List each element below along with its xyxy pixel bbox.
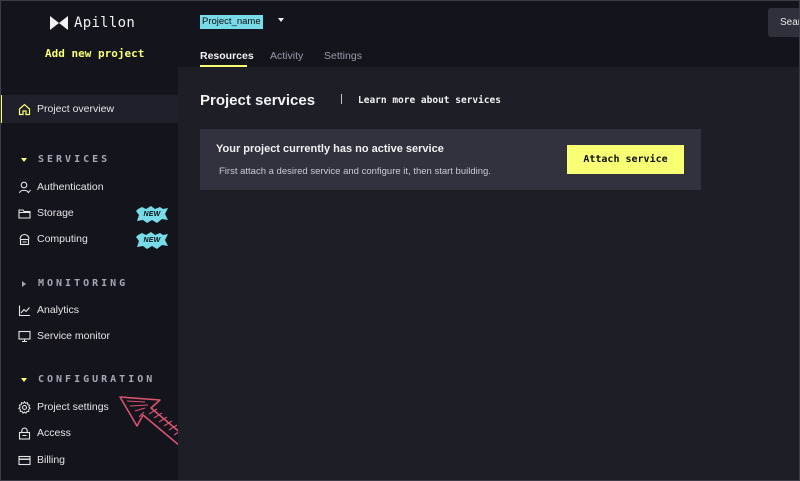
home-icon xyxy=(18,103,31,116)
section-label: MONITORING xyxy=(38,278,129,289)
add-new-project-link[interactable]: Add new project xyxy=(45,47,144,60)
section-services-toggle[interactable]: SERVICES xyxy=(20,154,110,165)
new-badge-computing: NEW xyxy=(136,232,168,249)
sidebar-item-label: Project overview xyxy=(37,103,115,115)
new-badge-storage: NEW xyxy=(136,206,168,223)
section-label: CONFIGURATION xyxy=(38,374,156,385)
sidebar-item-authentication[interactable]: Authentication xyxy=(0,174,178,200)
computing-icon xyxy=(18,233,31,246)
search-button[interactable]: Search xyxy=(768,8,800,37)
sidebar-item-service-monitor[interactable]: Service monitor xyxy=(0,323,178,349)
title-divider xyxy=(341,94,342,104)
monitor-icon xyxy=(18,330,31,343)
card-title: Your project currently has no active ser… xyxy=(216,143,444,155)
top-bar: Project_name Resources Activity Settings… xyxy=(178,0,800,67)
learn-more-link[interactable]: Learn more about services xyxy=(358,95,501,106)
sidebar-item-label: Storage xyxy=(37,207,74,219)
sidebar-item-label: Computing xyxy=(37,233,88,245)
project-name-selector[interactable]: Project_name xyxy=(200,15,263,29)
chevron-down-icon[interactable] xyxy=(277,17,285,23)
section-configuration-toggle[interactable]: CONFIGURATION xyxy=(20,374,155,385)
page-title: Project services xyxy=(200,92,316,109)
gear-icon xyxy=(18,400,31,414)
attach-service-button[interactable]: Attach service xyxy=(567,145,684,174)
sidebar-item-label: Authentication xyxy=(37,181,104,193)
sidebar-item-label: Billing xyxy=(37,454,66,466)
chevron-down-icon xyxy=(20,376,28,384)
sidebar-item-label: Project settings xyxy=(37,401,109,413)
app-logo[interactable]: Apillon xyxy=(50,13,135,33)
section-monitoring-toggle[interactable]: MONITORING xyxy=(20,278,128,289)
sidebar-item-label: Service monitor xyxy=(37,330,110,342)
apillon-logo-icon xyxy=(50,16,68,30)
sidebar-item-billing[interactable]: Billing xyxy=(0,447,178,473)
sidebar-item-project-overview[interactable]: Project overview xyxy=(0,95,178,123)
badge-label: NEW xyxy=(143,237,161,244)
section-label: SERVICES xyxy=(38,154,111,165)
folder-icon xyxy=(18,207,31,220)
chevron-down-icon xyxy=(20,156,28,164)
lock-icon xyxy=(18,427,31,440)
sidebar-item-label: Analytics xyxy=(37,304,80,316)
chart-line-icon xyxy=(18,304,31,317)
sidebar-item-analytics[interactable]: Analytics xyxy=(0,297,178,323)
credit-card-icon xyxy=(18,454,31,467)
tab-settings[interactable]: Settings xyxy=(324,50,362,62)
no-service-card: Your project currently has no active ser… xyxy=(200,129,701,190)
tab-activity[interactable]: Activity xyxy=(270,50,303,62)
main-content: Project services Learn more about servic… xyxy=(178,67,800,481)
chevron-right-icon xyxy=(20,280,28,288)
card-description: First attach a desired service and confi… xyxy=(219,166,491,177)
badge-label: NEW xyxy=(143,211,161,218)
app-name: Apillon xyxy=(74,15,136,31)
user-icon xyxy=(18,181,31,194)
sidebar-item-label: Access xyxy=(37,427,71,439)
tab-resources[interactable]: Resources xyxy=(200,50,254,62)
